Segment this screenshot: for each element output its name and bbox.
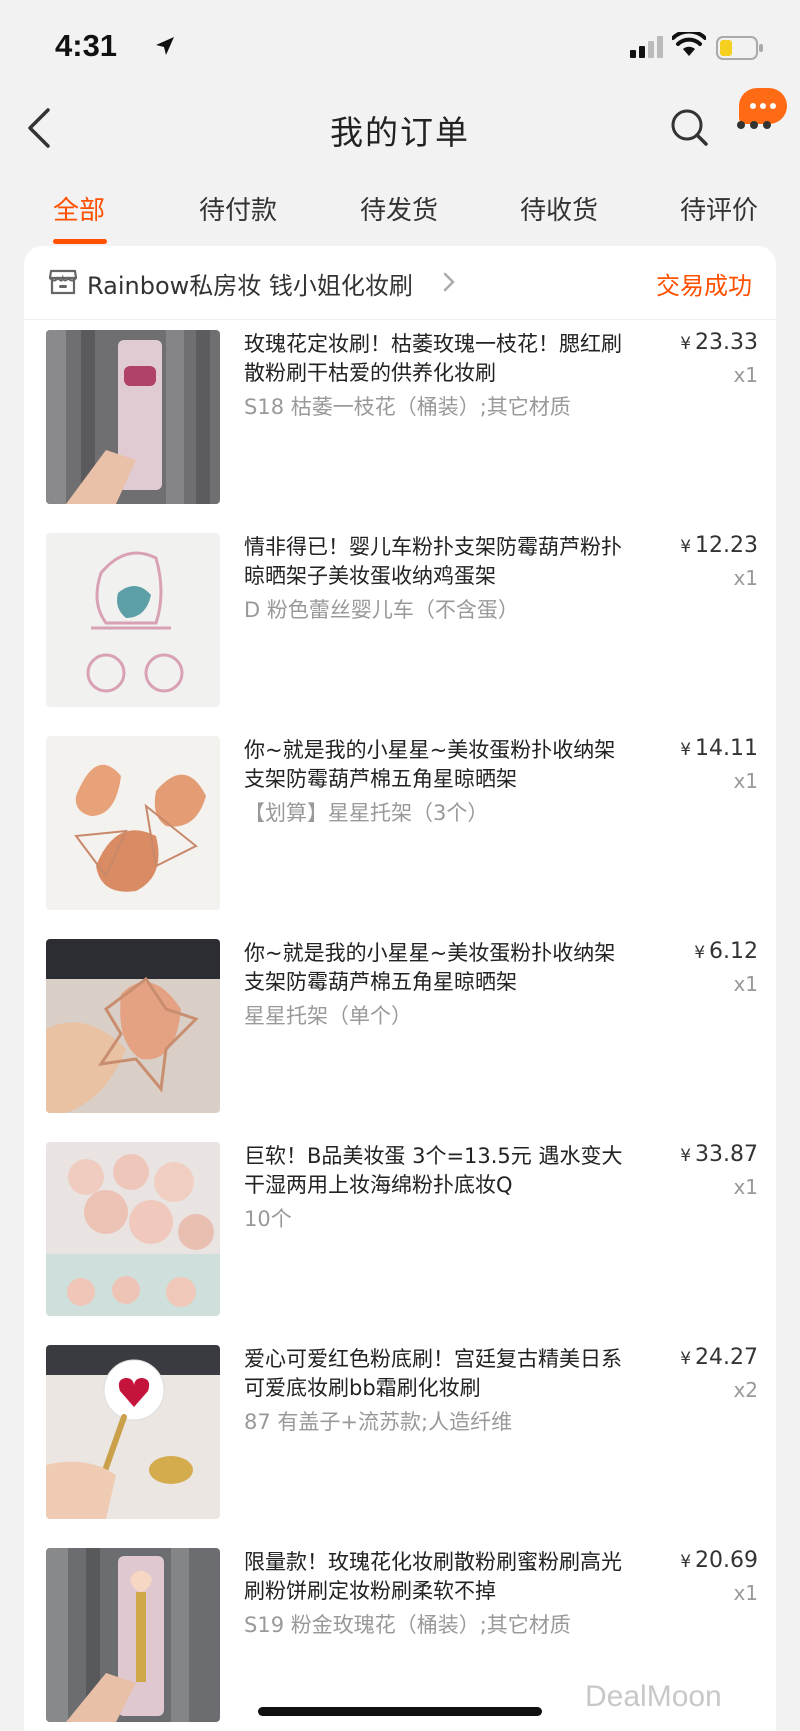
product-sku: 星星托架（单个） xyxy=(244,1004,412,1028)
order-item[interactable]: 玫瑰花定妆刷！枯萎玫瑰一枝花！腮红刷散粉刷干枯爱的供养化妆刷 S18 枯萎一枝花… xyxy=(46,330,758,506)
store-header[interactable]: Rainbow私房妆 钱小姐化妆刷 交易成功 xyxy=(24,246,776,320)
status-bar: 4:31 xyxy=(0,0,800,92)
product-price: ¥14.11 xyxy=(680,736,758,761)
search-icon[interactable] xyxy=(670,108,710,148)
product-price: ¥33.87 xyxy=(680,1142,758,1167)
product-sku: 【划算】星星托架（3个） xyxy=(244,801,489,825)
product-thumbnail[interactable] xyxy=(46,939,220,1113)
product-quantity: x1 xyxy=(733,363,758,387)
product-quantity: x1 xyxy=(733,972,758,996)
product-title[interactable]: 爱心可爱红色粉底刷！宫廷复古精美日系可爱底妆刷bb霜刷化妆刷 xyxy=(244,1345,634,1403)
product-thumbnail[interactable] xyxy=(46,1345,220,1519)
active-tab-indicator xyxy=(53,239,107,244)
product-quantity: x1 xyxy=(733,1581,758,1605)
store-name[interactable]: Rainbow私房妆 钱小姐化妆刷 xyxy=(87,266,413,301)
tab-all[interactable]: 全部 xyxy=(53,190,105,227)
product-thumbnail[interactable] xyxy=(46,1142,220,1316)
order-item[interactable]: 你~就是我的小星星~美妆蛋粉扑收纳架支架防霉葫芦棉五角星晾晒架 【划算】星星托架… xyxy=(46,736,758,912)
order-status: 交易成功 xyxy=(656,272,752,300)
order-item[interactable]: 巨软！B品美妆蛋 3个=13.5元 遇水变大干湿两用上妆海绵粉扑底妆Q 10个 … xyxy=(46,1142,758,1318)
tab-pending-review[interactable]: 待评价 xyxy=(680,190,758,227)
product-title[interactable]: 玫瑰花定妆刷！枯萎玫瑰一枝花！腮红刷散粉刷干枯爱的供养化妆刷 xyxy=(244,330,634,388)
product-sku: S18 枯萎一枝花（桶装）;其它材质 xyxy=(244,395,571,419)
product-sku: 10个 xyxy=(244,1207,292,1231)
location-arrow-icon xyxy=(156,37,174,55)
product-quantity: x1 xyxy=(733,1175,758,1199)
order-item[interactable]: 爱心可爱红色粉底刷！宫廷复古精美日系可爱底妆刷bb霜刷化妆刷 87 有盖子+流苏… xyxy=(46,1345,758,1521)
nav-bar: 我的订单 xyxy=(0,88,800,168)
home-indicator[interactable] xyxy=(258,1707,542,1716)
more-options-icon[interactable] xyxy=(736,120,772,130)
status-time: 4:31 xyxy=(55,28,118,63)
product-sku: S19 粉金玫瑰花（桶装）;其它材质 xyxy=(244,1613,571,1637)
order-item[interactable]: 情非得已！婴儿车粉扑支架防霉葫芦粉扑晾晒架子美妆蛋收纳鸡蛋架 D 粉色蕾丝婴儿车… xyxy=(46,533,758,709)
chevron-right-icon xyxy=(443,272,455,292)
order-tabs: 全部 待付款 待发货 待收货 待评价 xyxy=(0,178,800,248)
order-card[interactable]: Rainbow私房妆 钱小姐化妆刷 交易成功 玫瑰花定妆刷！枯萎玫瑰一枝花！腮红… xyxy=(24,246,776,1731)
product-thumbnail[interactable] xyxy=(46,533,220,707)
product-thumbnail[interactable] xyxy=(46,736,220,910)
store-icon xyxy=(48,269,78,295)
battery-icon xyxy=(716,36,763,60)
order-item[interactable]: 你~就是我的小星星~美妆蛋粉扑收纳架支架防霉葫芦棉五角星晾晒架 星星托架（单个）… xyxy=(46,939,758,1115)
product-quantity: x1 xyxy=(733,566,758,590)
tab-pending-receipt[interactable]: 待收货 xyxy=(520,190,598,227)
product-price: ¥24.27 xyxy=(680,1345,758,1370)
tab-pending-shipment[interactable]: 待发货 xyxy=(360,190,438,227)
product-quantity: x1 xyxy=(733,769,758,793)
message-badge-icon[interactable] xyxy=(739,88,787,124)
wifi-icon xyxy=(672,32,706,56)
product-price: ¥20.69 xyxy=(680,1548,758,1573)
product-price: ¥12.23 xyxy=(680,533,758,558)
tab-pending-payment[interactable]: 待付款 xyxy=(199,190,277,227)
product-sku: D 粉色蕾丝婴儿车（不含蛋） xyxy=(244,598,519,622)
product-title[interactable]: 情非得已！婴儿车粉扑支架防霉葫芦粉扑晾晒架子美妆蛋收纳鸡蛋架 xyxy=(244,533,634,591)
product-title[interactable]: 你~就是我的小星星~美妆蛋粉扑收纳架支架防霉葫芦棉五角星晾晒架 xyxy=(244,939,634,997)
cellular-signal-icon xyxy=(630,36,663,58)
product-thumbnail[interactable] xyxy=(46,1548,220,1722)
product-thumbnail[interactable] xyxy=(46,330,220,504)
product-price: ¥23.33 xyxy=(680,330,758,355)
product-title[interactable]: 你~就是我的小星星~美妆蛋粉扑收纳架支架防霉葫芦棉五角星晾晒架 xyxy=(244,736,634,794)
product-sku: 87 有盖子+流苏款;人造纤维 xyxy=(244,1410,513,1434)
product-price: ¥6.12 xyxy=(694,939,758,964)
watermark: DealMoon xyxy=(585,1680,722,1713)
product-title[interactable]: 限量款！玫瑰花化妆刷散粉刷蜜粉刷高光刷粉饼刷定妆粉刷柔软不掉 xyxy=(244,1548,634,1606)
product-title[interactable]: 巨软！B品美妆蛋 3个=13.5元 遇水变大干湿两用上妆海绵粉扑底妆Q xyxy=(244,1142,634,1200)
product-quantity: x2 xyxy=(733,1378,758,1402)
